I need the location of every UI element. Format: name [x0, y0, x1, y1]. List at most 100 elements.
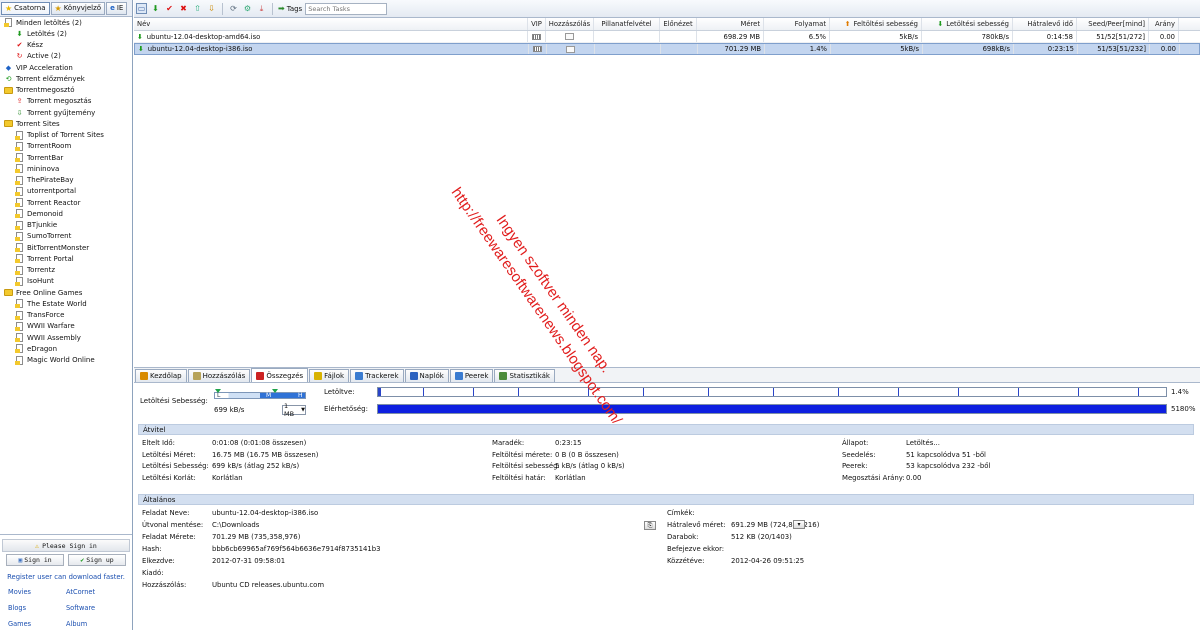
tree-item[interactable]: Toplist of Torrent Sites — [0, 130, 132, 141]
tree-item[interactable]: eDragon — [0, 343, 132, 354]
column-header[interactable]: Seed/Peer[mind] — [1077, 18, 1149, 30]
tree-item[interactable]: ThePirateBay — [0, 175, 132, 186]
sign-in-button[interactable]: ▣ Sign in — [6, 554, 64, 566]
new-task-icon[interactable]: ▭ — [136, 3, 147, 14]
details-tab[interactable]: Fájlok — [309, 369, 350, 382]
quick-link[interactable]: Software — [66, 604, 124, 612]
column-header[interactable]: Hátralevő idő — [1013, 18, 1077, 30]
tree-item[interactable]: The Estate World — [0, 298, 132, 309]
comment-icon[interactable] — [565, 33, 574, 40]
download-arrow-icon: ⬇ — [138, 45, 144, 53]
tree-item[interactable]: IsoHunt — [0, 276, 132, 287]
speed-limit-select[interactable]: 1 MB ▼ — [282, 402, 306, 418]
tree-item[interactable]: Torrentmegosztó — [0, 85, 132, 96]
tree-item[interactable]: utorrentportal — [0, 186, 132, 197]
move-down-icon[interactable]: ⇩ — [206, 3, 217, 14]
move-up-icon[interactable]: ⇧ — [192, 3, 203, 14]
details-tab[interactable]: Kezdőlap — [135, 369, 187, 382]
tree-item[interactable]: BitTorrentMonster — [0, 242, 132, 253]
details-tab[interactable]: Naplók — [404, 369, 449, 382]
details-tab[interactable]: Összegzés — [251, 368, 309, 382]
tree-item[interactable]: TorrentRoom — [0, 141, 132, 152]
column-header[interactable]: ⬇ Letöltési sebesség — [922, 18, 1013, 30]
tree-item[interactable]: Demonoid — [0, 208, 132, 219]
piece-marker — [773, 388, 774, 396]
signup-check-icon: ✔ — [80, 556, 85, 564]
quick-link[interactable]: Blogs — [8, 604, 66, 612]
tree-item[interactable]: ✔ Kész — [0, 40, 132, 51]
task-remaining: 0:23:15 — [1014, 44, 1078, 54]
page-icon — [15, 175, 24, 185]
open-folder-icon[interactable]: ⎘ — [644, 521, 656, 530]
details-tab[interactable]: Hozzászólás — [187, 369, 251, 382]
tree-item[interactable]: Magic World Online — [0, 355, 132, 366]
tab-csatorna[interactable]: ★ Csatorna — [1, 1, 50, 15]
tree-item[interactable]: ⇪ Torrent megosztás — [0, 96, 132, 107]
quick-link[interactable]: Games — [8, 620, 66, 628]
tag-icon: ➡ — [278, 4, 285, 13]
tree-item[interactable]: SumoTorrent — [0, 231, 132, 242]
details-tab[interactable]: Trackerek — [350, 369, 404, 382]
task-row[interactable]: ⬇ ubuntu-12.04-desktop-i386.iso 701.29 MB 1… — [134, 43, 1200, 55]
column-header[interactable]: Folyamat — [764, 18, 830, 30]
tree-item[interactable]: Torrent Portal — [0, 253, 132, 264]
column-header[interactable]: Előnézet — [660, 18, 697, 30]
tags-dropdown-button[interactable]: ▾ — [793, 520, 805, 529]
tree-item[interactable]: ⬇ Letöltés (2) — [0, 28, 132, 39]
column-header[interactable]: ⬆ Feltöltési sebesség — [830, 18, 922, 30]
detail-field-label: Megosztási Arány: — [842, 473, 905, 482]
tree-item[interactable]: TorrentBar — [0, 152, 132, 163]
detail-field: Állapot: Letöltés... — [842, 439, 940, 447]
upload-speed-icon: ⬆ — [844, 20, 851, 28]
register-link[interactable]: Register user can download faster. — [0, 573, 132, 581]
speed-slider[interactable]: L M H — [214, 389, 306, 400]
tab-bookmarks[interactable]: ★ Könyvjelző — [50, 1, 106, 15]
column-header[interactable]: Arány — [1149, 18, 1179, 30]
share-icon: ⇪ — [16, 97, 23, 106]
column-header[interactable]: Név — [134, 18, 528, 30]
tree-item[interactable]: mininova — [0, 163, 132, 174]
task-row[interactable]: ⬇ ubuntu-12.04-desktop-amd64.iso 698.29 MB… — [134, 31, 1200, 43]
details-tab[interactable]: Statisztikák — [494, 369, 555, 382]
delete-icon[interactable]: ✖ — [178, 3, 189, 14]
download-speed-control: Letöltési Sebesség: L M H 699 kB/s 1 MB … — [140, 389, 320, 418]
tree-item[interactable]: ⟲ Torrent előzmények — [0, 73, 132, 84]
tree-item[interactable]: WWII Assembly — [0, 332, 132, 343]
piece-marker — [898, 388, 899, 396]
column-header[interactable]: VIP — [528, 18, 546, 30]
sign-up-button[interactable]: ✔ Sign up — [68, 554, 126, 566]
page-icon — [4, 18, 13, 28]
tree-item[interactable]: Free Online Games — [0, 287, 132, 298]
import-icon[interactable]: ⤓ — [256, 3, 267, 14]
files-icon — [314, 372, 323, 380]
quick-link[interactable]: Album — [66, 620, 124, 628]
tree-item[interactable]: Torrent Sites — [0, 118, 132, 129]
column-header[interactable]: Pillanatfelvétel — [594, 18, 660, 30]
slider-marker-icon — [272, 389, 278, 393]
tree-item[interactable]: Minden letöltés (2) — [0, 17, 132, 28]
refresh-icon[interactable]: ⟳ — [228, 3, 239, 14]
tree-item[interactable]: ↻ Active (2) — [0, 51, 132, 62]
pause-icon[interactable]: ✔ — [164, 3, 175, 14]
column-header[interactable]: Hozzászólás — [546, 18, 594, 30]
detail-field: Útvonal mentése: C:\Downloads — [142, 521, 259, 529]
settings-icon[interactable]: ⚙ — [242, 3, 253, 14]
tree-item-label: IsoHunt — [27, 277, 54, 286]
tags-button[interactable]: ➡ Tags — [278, 4, 302, 13]
tab-ie[interactable]: e IE — [106, 1, 128, 15]
tree-item[interactable]: TransForce — [0, 310, 132, 321]
tree-item[interactable]: ⇩ Torrent gyűjtemény — [0, 107, 132, 118]
page-icon — [15, 333, 24, 343]
comment-icon[interactable] — [566, 45, 575, 53]
column-header[interactable]: Méret — [697, 18, 764, 30]
start-icon[interactable]: ⬇ — [150, 3, 161, 14]
quick-link[interactable]: AtCornet — [66, 588, 124, 596]
tree-item[interactable]: Torrent Reactor — [0, 197, 132, 208]
tree-item[interactable]: ◆ VIP Acceleration — [0, 62, 132, 73]
search-tasks-input[interactable] — [305, 2, 388, 15]
details-tab[interactable]: Peerek — [449, 369, 494, 382]
tree-item[interactable]: BTjunkie — [0, 220, 132, 231]
tree-item[interactable]: Torrentz — [0, 265, 132, 276]
quick-link[interactable]: Movies — [8, 588, 66, 596]
tree-item[interactable]: WWII Warfare — [0, 321, 132, 332]
